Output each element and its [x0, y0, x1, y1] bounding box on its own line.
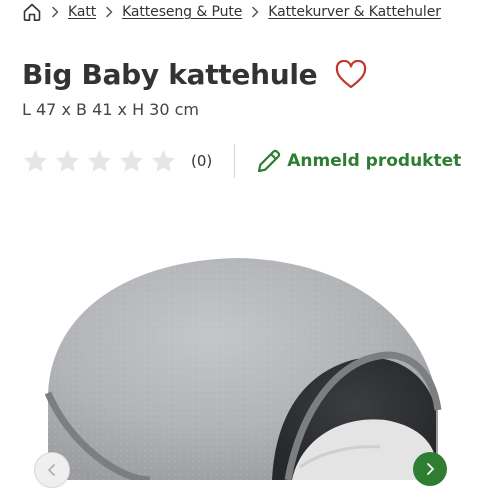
product-dimensions: L 47 x B 41 x H 30 cm [22, 100, 200, 119]
star-icon [22, 148, 49, 175]
heart-outline-icon[interactable] [335, 59, 367, 90]
chevron-left-icon [44, 462, 60, 478]
star-icon [150, 148, 177, 175]
breadcrumb-link-kattekurver[interactable]: Kattekurver & Kattehuler [268, 4, 441, 20]
breadcrumb: Katt Katteseng & Pute Kattekurver & Katt… [22, 0, 480, 24]
home-icon[interactable] [22, 2, 42, 22]
star-rating[interactable] [22, 148, 177, 175]
star-icon [118, 148, 145, 175]
breadcrumb-link-katt[interactable]: Katt [68, 4, 96, 20]
chevron-right-icon [102, 5, 116, 19]
gallery-next-button[interactable] [413, 452, 447, 486]
chevron-right-icon [248, 5, 262, 19]
breadcrumb-link-katteseng[interactable]: Katteseng & Pute [122, 4, 242, 20]
title-row: Big Baby kattehule [22, 58, 367, 91]
gallery-prev-button[interactable] [34, 452, 70, 488]
review-count[interactable]: (0) [191, 152, 212, 170]
star-icon [54, 148, 81, 175]
write-review-button[interactable]: Anmeld produktet [255, 147, 461, 175]
rating-row: (0) Anmeld produktet [22, 143, 461, 179]
page-title: Big Baby kattehule [22, 58, 318, 91]
star-icon [86, 148, 113, 175]
chevron-right-icon [48, 5, 62, 19]
pencil-icon [255, 147, 283, 175]
product-image[interactable] [0, 215, 480, 484]
divider [234, 144, 236, 178]
write-review-label: Anmeld produktet [287, 151, 462, 171]
chevron-right-icon [422, 461, 438, 477]
